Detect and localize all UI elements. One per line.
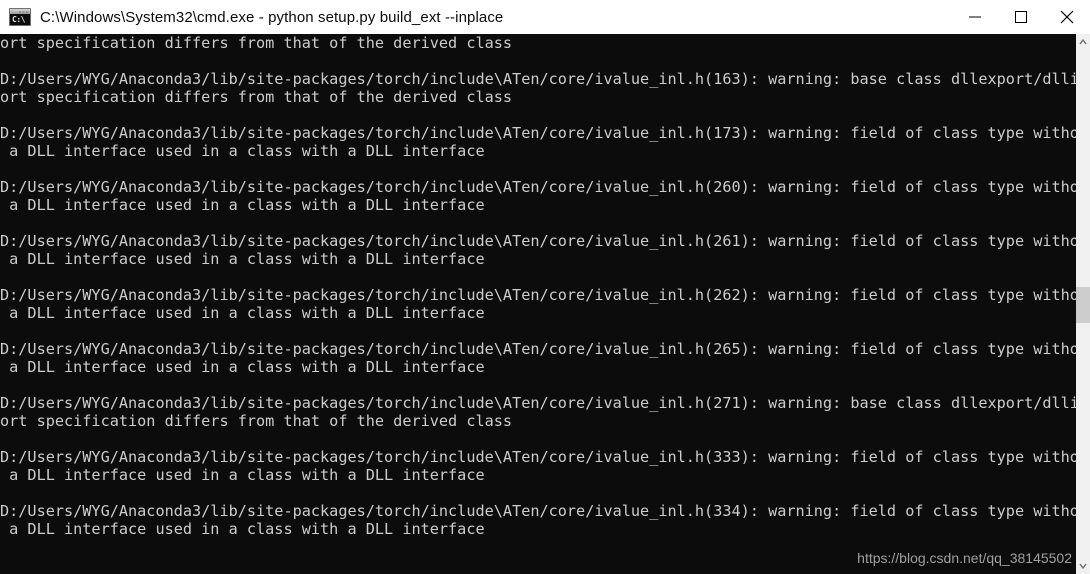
console-line: D:/Users/WYG/Anaconda3/lib/site-packages… (0, 394, 1090, 412)
window-title: C:\Windows\System32\cmd.exe - python set… (40, 8, 504, 26)
console-line: D:/Users/WYG/Anaconda3/lib/site-packages… (0, 448, 1090, 466)
console-line: a DLL interface used in a class with a D… (0, 358, 485, 376)
console-line: D:/Users/WYG/Anaconda3/lib/site-packages… (0, 178, 1090, 196)
cmd-console-icon: ▫▫▫ C:\ (9, 8, 31, 26)
console-line: D:/Users/WYG/Anaconda3/lib/site-packages… (0, 124, 1090, 142)
scrollbar-track[interactable] (1076, 50, 1090, 558)
maximize-icon (1015, 11, 1027, 23)
console-line: a DLL interface used in a class with a D… (0, 250, 485, 268)
window-titlebar[interactable]: ▫▫▫ C:\ C:\Windows\System32\cmd.exe - py… (0, 0, 1090, 34)
console-line: D:/Users/WYG/Anaconda3/lib/site-packages… (0, 232, 1090, 250)
console-line: D:/Users/WYG/Anaconda3/lib/site-packages… (0, 286, 1090, 304)
console-text-buffer: ort specification differs from that of t… (0, 34, 1090, 538)
chevron-up-icon (1079, 38, 1087, 45)
close-button[interactable] (1044, 0, 1090, 34)
cmd-icon-prompt-label: C:\ (12, 15, 25, 24)
console-line: a DLL interface used in a class with a D… (0, 466, 485, 484)
console-line: D:/Users/WYG/Anaconda3/lib/site-packages… (0, 502, 1090, 520)
console-line: ort specification differs from that of t… (0, 88, 513, 106)
console-line: a DLL interface used in a class with a D… (0, 196, 485, 214)
console-line: a DLL interface used in a class with a D… (0, 142, 485, 160)
console-output-area[interactable]: ort specification differs from that of t… (0, 34, 1090, 574)
close-icon (1060, 10, 1074, 24)
minimize-button[interactable] (952, 0, 998, 34)
console-line: D:/Users/WYG/Anaconda3/lib/site-packages… (0, 70, 1090, 88)
console-line: a DLL interface used in a class with a D… (0, 304, 485, 322)
watermark-label: https://blog.csdn.net/qq_38145502 (857, 550, 1072, 566)
cmd-window: ▫▫▫ C:\ C:\Windows\System32\cmd.exe - py… (0, 0, 1090, 574)
console-line: ort specification differs from that of t… (0, 34, 513, 52)
chevron-down-icon (1079, 563, 1087, 570)
console-line: a DLL interface used in a class with a D… (0, 520, 485, 538)
maximize-button[interactable] (998, 0, 1044, 34)
scroll-down-arrow[interactable] (1076, 558, 1090, 574)
minimize-icon (969, 16, 981, 18)
cmd-icon-controls: ▫▫▫ (18, 9, 29, 14)
console-line: D:/Users/WYG/Anaconda3/lib/site-packages… (0, 340, 1090, 358)
scroll-up-arrow[interactable] (1076, 34, 1090, 50)
console-scrollbar[interactable] (1076, 34, 1090, 574)
scrollbar-thumb[interactable] (1076, 287, 1090, 323)
console-line: ort specification differs from that of t… (0, 412, 513, 430)
